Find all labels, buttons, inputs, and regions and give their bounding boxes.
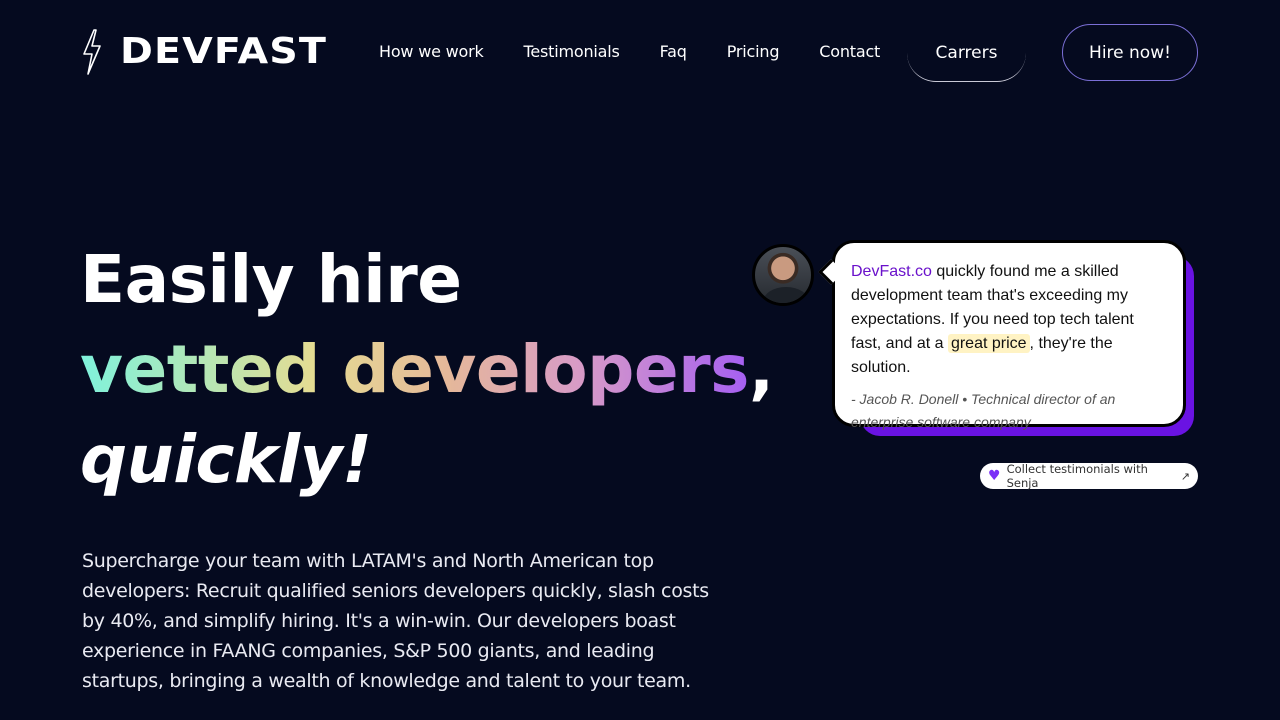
headline-gradient-text: vetted developers (80, 331, 749, 408)
testimonial-card: DevFast.co quickly found me a skilled de… (832, 240, 1186, 430)
testimonial-brand: DevFast.co (851, 263, 932, 280)
nav-how-we-work[interactable]: How we work (379, 42, 484, 62)
headline-line-2: vetted developers, (80, 325, 774, 415)
hero-headline: Easily hire vetted developers, quickly! (80, 240, 774, 505)
avatar-body (763, 287, 809, 303)
careers-button[interactable]: Carrers (907, 24, 1026, 82)
main-nav: How we work Testimonials Faq Pricing Con… (379, 42, 880, 62)
hire-now-button[interactable]: Hire now! (1062, 24, 1198, 81)
testimonial-highlight: great price (947, 334, 1030, 353)
senja-badge-link[interactable]: ♥ Collect testimonials with Senja ↗ (980, 462, 1198, 490)
lightning-bolt-icon (83, 29, 101, 75)
testimonial-quote: DevFast.co quickly found me a skilled de… (851, 260, 1167, 380)
headline-line-1: Easily hire (80, 241, 462, 318)
headline-comma: , (748, 331, 774, 408)
testimonial-attribution: - Jacob R. Donell • Technical director o… (851, 391, 1116, 430)
nav-contact[interactable]: Contact (819, 42, 880, 62)
nav-pricing[interactable]: Pricing (727, 42, 780, 62)
logo-text: DEVFAST (120, 31, 327, 72)
site-header: DEVFAST How we work Testimonials Faq Pri… (0, 0, 1280, 105)
nav-faq[interactable]: Faq (660, 42, 687, 62)
hero-description: Supercharge your team with LATAM's and N… (82, 550, 709, 692)
headline-line-3: quickly! (80, 421, 372, 498)
logo[interactable]: DEVFAST (80, 28, 326, 76)
avatar (752, 244, 814, 306)
heart-icon: ♥ (988, 468, 1001, 484)
nav-testimonials[interactable]: Testimonials (524, 42, 620, 62)
external-arrow-icon: ↗ (1180, 469, 1190, 483)
senja-label: Collect testimonials with Senja (1006, 462, 1148, 490)
